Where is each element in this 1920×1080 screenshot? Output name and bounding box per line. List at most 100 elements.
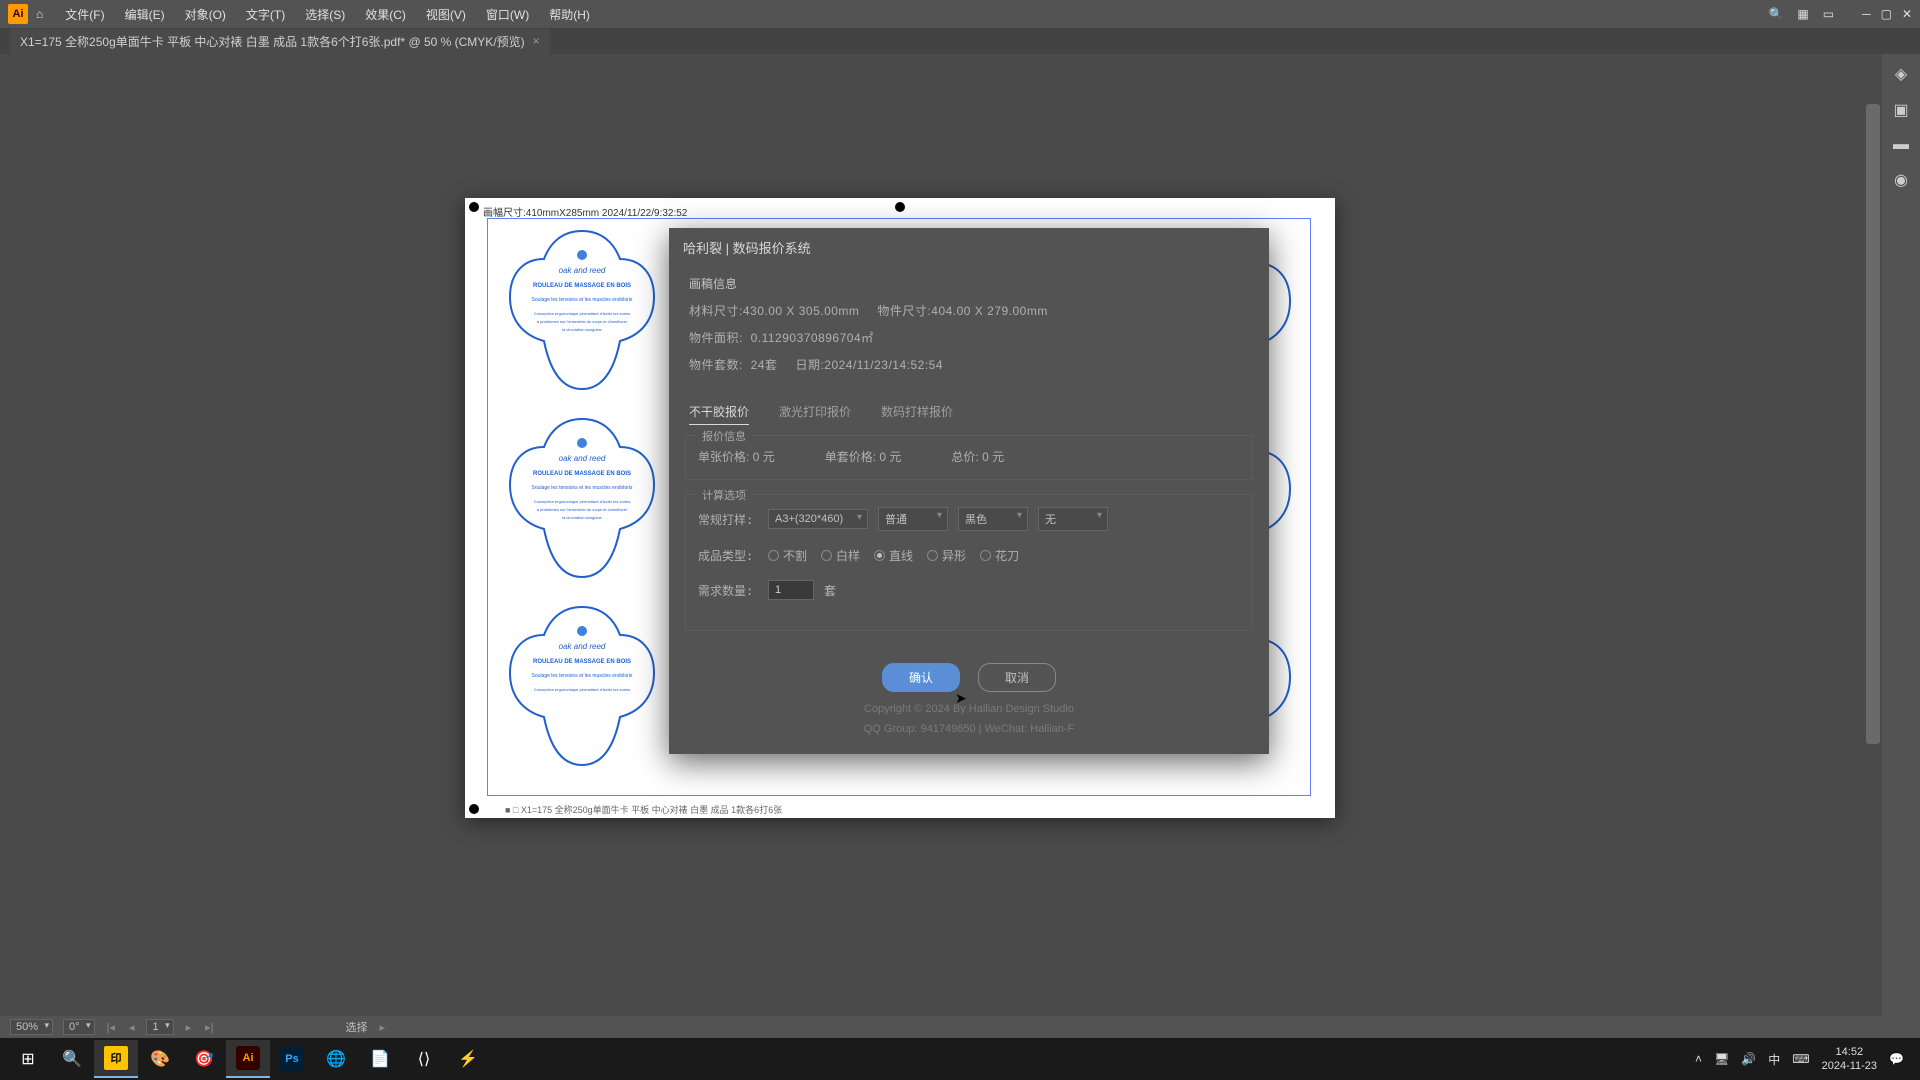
finish-select[interactable]: 无 [1038,507,1108,531]
registration-mark [895,202,905,212]
radio-diecut[interactable]: 花刀 [980,547,1019,564]
taskbar-acrobat[interactable]: 📄 [358,1040,402,1078]
color-select[interactable]: 黑色 [958,507,1028,531]
svg-text:oak and reed: oak and reed [559,642,606,651]
taskbar-app-3[interactable]: 🎯 [182,1040,226,1078]
menu-effect[interactable]: 效果(C) [355,6,416,23]
unit-price: 单张价格: 0 元 [698,448,775,465]
taskbar: ⊞ 🔍 印 🎨 🎯 Ai Ps 🌐 📄 ⟨⟩ ⚡ ˄ 🖥 🔊 中 ⌨ 14:52… [0,1038,1920,1080]
info-material: 材料尺寸:430.00 X 305.00mm物件尺寸:404.00 X 279.… [689,302,1249,319]
tab-close-icon[interactable]: × [533,34,540,48]
svg-text:la circulation sanguine: la circulation sanguine [562,327,602,332]
radio-straight[interactable]: 直线 [874,547,913,564]
tab-adhesive-quote[interactable]: 不干胶报价 [689,403,749,425]
tray-keyboard-icon[interactable]: ⌨ [1792,1052,1809,1066]
document-tab[interactable]: X1=175 全称250g单面牛卡 平板 中心对裱 白墨 成品 1款各6个打6张… [10,29,550,54]
svg-text:ROULEAU DE MASSAGE EN BOIS: ROULEAU DE MASSAGE EN BOIS [533,283,631,289]
size-select[interactable]: A3+(320*460) [768,509,868,529]
svg-text:oak and reed: oak and reed [559,266,606,275]
tool-chevron-icon[interactable]: ▸ [378,1021,388,1034]
right-panel: ◈ ▣ ▬ ◉ [1882,54,1920,1038]
vertical-scroll-thumb[interactable] [1866,104,1880,744]
appearance-icon[interactable]: ◉ [1894,170,1908,190]
first-artboard-icon[interactable]: |◂ [105,1021,117,1034]
label-tile: oak and reed ROULEAU DE MASSAGE EN BOIS So… [502,223,662,403]
sample-label: 常规打样: [698,511,758,528]
swatches-icon[interactable]: ▬ [1893,136,1909,154]
svg-text:oak and reed: oak and reed [559,454,606,463]
minimize-icon[interactable]: ─ [1862,7,1871,21]
quote-tabs: 不干胶报价 激光打印报价 数码打样报价 [669,397,1269,435]
radio-whitesample[interactable]: 白样 [821,547,860,564]
last-artboard-icon[interactable]: ▸| [203,1021,215,1034]
next-artboard-icon[interactable]: ▸ [184,1021,194,1034]
product-type-label: 成品类型: [698,547,758,564]
tab-digital-quote[interactable]: 数码打样报价 [881,403,953,425]
quality-select[interactable]: 普通 [878,507,948,531]
taskbar-app-4[interactable]: ⚡ [446,1040,490,1078]
label-tile: oak and reedROULEAU DE MASSAGE EN BOISSo… [502,599,662,779]
home-icon[interactable]: ⌂ [36,7,43,21]
menu-help[interactable]: 帮助(H) [539,6,600,23]
menu-select[interactable]: 选择(S) [295,6,355,23]
ok-button[interactable]: 确认 [882,663,960,692]
tray-monitor-icon[interactable]: 🖥 [1714,1052,1729,1066]
svg-text:Soulage les tensions et les mu: Soulage les tensions et les muscles endo… [532,297,633,303]
label-tile: oak and reedROULEAU DE MASSAGE EN BOISSo… [502,411,662,591]
info-area: 物件面积: 0.11290370896704㎡ [689,329,1249,346]
menu-view[interactable]: 视图(V) [416,6,476,23]
qty-input[interactable] [768,580,814,600]
close-window-icon[interactable]: ✕ [1902,7,1912,21]
workspace-icon[interactable]: ▭ [1823,7,1834,21]
tab-laser-quote[interactable]: 激光打印报价 [779,403,851,425]
layers-icon[interactable]: ◈ [1895,64,1907,84]
registration-mark [469,202,479,212]
taskbar-illustrator[interactable]: Ai [226,1040,270,1078]
taskbar-photoshop[interactable]: Ps [270,1040,314,1078]
radio-shaped[interactable]: 异形 [927,547,966,564]
taskbar-app-2[interactable]: 🎨 [138,1040,182,1078]
svg-text:Soulage les tensions et les mu: Soulage les tensions et les muscles endo… [532,485,633,491]
svg-text:Conception ergonomique permett: Conception ergonomique permettant d'isol… [534,499,631,504]
menu-file[interactable]: 文件(F) [55,6,114,23]
menu-edit[interactable]: 编辑(E) [115,6,175,23]
tab-title: X1=175 全称250g单面牛卡 平板 中心对裱 白墨 成品 1款各6个打6张… [20,33,525,50]
tray-chevron-icon[interactable]: ˄ [1695,1052,1702,1066]
quote-dialog: 哈利裂 | 数码报价系统 画稿信息 材料尺寸:430.00 X 305.00mm… [669,228,1269,754]
cancel-button[interactable]: 取消 [978,663,1056,692]
menu-type[interactable]: 文字(T) [236,6,295,23]
artboards-icon[interactable]: ▣ [1893,100,1908,120]
dialog-title: 哈利裂 | 数码报价系统 [669,228,1269,267]
maximize-icon[interactable]: ▢ [1881,7,1892,21]
ai-logo: Ai [8,4,28,24]
vertical-scrollbar[interactable] [1864,54,1882,1038]
taskbar-chrome[interactable]: 🌐 [314,1040,358,1078]
taskbar-search-icon[interactable]: 🔍 [50,1040,94,1078]
svg-text:ROULEAU DE MASSAGE EN BOIS: ROULEAU DE MASSAGE EN BOIS [533,659,631,665]
taskbar-vscode[interactable]: ⟨⟩ [402,1040,446,1078]
quote-fieldset: 报价信息 单张价格: 0 元 单套价格: 0 元 总价: 0 元 [685,435,1253,480]
tab-bar: X1=175 全称250g单面牛卡 平板 中心对裱 白墨 成品 1款各6个打6张… [0,28,1920,54]
registration-mark [469,804,479,814]
angle-select[interactable]: 0° [63,1019,95,1035]
radio-nocut[interactable]: 不割 [768,547,807,564]
tray-clock[interactable]: 14:52 2024-11-23 [1822,1045,1877,1074]
search-icon[interactable]: 🔍 [1768,7,1783,21]
info-sets: 物件套数: 24套日期:2024/11/23/14:52:54 [689,356,1249,373]
prev-artboard-icon[interactable]: ◂ [127,1021,137,1034]
artboard-footer: ■ □ X1=175 全称250g单面牛卡 平板 中心对裱 白墨 成品 1款各6… [505,803,782,816]
taskbar-app-1[interactable]: 印 [94,1040,138,1078]
tray-ime[interactable]: 中 [1768,1051,1780,1068]
menu-object[interactable]: 对象(O) [175,6,236,23]
calc-fieldset: 计算选项 常规打样: A3+(320*460) 普通 黑色 无 成品类型: 不割… [685,494,1253,631]
tray-sound-icon[interactable]: 🔊 [1741,1052,1756,1066]
artboard-number[interactable]: 1 [146,1019,173,1035]
total-price: 总价: 0 元 [951,448,1004,465]
zoom-select[interactable]: 50% [10,1019,53,1035]
start-icon[interactable]: ⊞ [6,1040,50,1078]
arrange-icon[interactable]: ▦ [1797,7,1808,21]
set-price: 单套价格: 0 元 [825,448,902,465]
menu-window[interactable]: 窗口(W) [476,6,539,23]
tray-notifications-icon[interactable]: 💬 [1889,1052,1904,1066]
quote-legend: 报价信息 [696,428,752,444]
